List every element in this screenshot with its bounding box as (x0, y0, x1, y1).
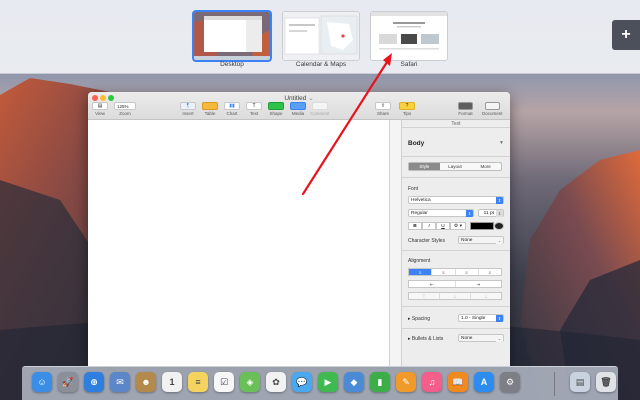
trash-icon[interactable]: 🗑 (596, 372, 616, 392)
downloads-stack-icon[interactable]: ▤ (570, 372, 590, 392)
notes-icon[interactable]: ≡ (188, 372, 208, 392)
numbers-icon[interactable]: ▮ (370, 372, 390, 392)
facetime-icon[interactable]: ▶ (318, 372, 338, 392)
itunes-icon[interactable]: ♫ (422, 372, 442, 392)
system-preferences-icon[interactable]: ⚙ (500, 372, 520, 392)
launchpad-icon[interactable]: 🚀 (58, 372, 78, 392)
calendar-icon[interactable]: 1 (162, 372, 182, 392)
safari-icon[interactable]: ⊕ (84, 372, 104, 392)
messages-icon[interactable]: 💬 (292, 372, 312, 392)
annotation-arrow (301, 53, 392, 196)
dock: ☺ 🚀 ⊕ ✉ ☻ 1 ≡ ☑ ◈ ✿ 💬 ▶ ◆ ▮ ✎ ♫ 📖 A ⚙ ▤ 🗑 (22, 366, 618, 400)
mail-stamp-icon[interactable]: ✉ (110, 372, 130, 392)
reminders-icon[interactable]: ☑ (214, 372, 234, 392)
pages-icon[interactable]: ✎ (396, 372, 416, 392)
app-store-icon[interactable]: A (474, 372, 494, 392)
photos-icon[interactable]: ✿ (266, 372, 286, 392)
finder-icon[interactable]: ☺ (32, 372, 52, 392)
contacts-icon[interactable]: ☻ (136, 372, 156, 392)
keynote-icon[interactable]: ◆ (344, 372, 364, 392)
dock-separator (554, 372, 555, 396)
maps-icon[interactable]: ◈ (240, 372, 260, 392)
ibooks-icon[interactable]: 📖 (448, 372, 468, 392)
